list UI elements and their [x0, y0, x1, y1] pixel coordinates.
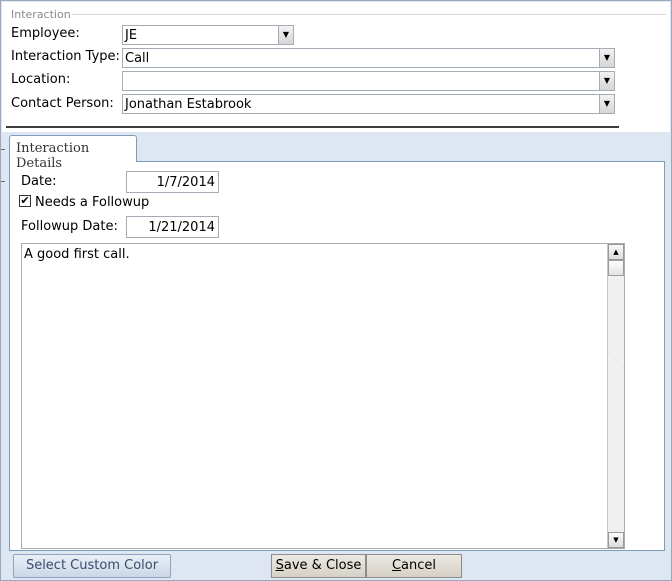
date-field[interactable]: 1/7/2014 [126, 171, 219, 193]
header-separator [6, 126, 619, 128]
cancel-button[interactable]: Cancel [366, 554, 462, 578]
tab-interaction-details[interactable]: Interaction Details [9, 135, 137, 171]
interaction-type-value: Call [125, 51, 150, 66]
employee-label: Employee: [11, 26, 80, 41]
header-section: Interaction Employee: JE ▼ Interaction T… [2, 2, 670, 132]
interaction-type-label: Interaction Type: [11, 49, 120, 64]
save-close-accelerator: S [275, 558, 284, 573]
employee-value: JE [125, 28, 138, 43]
followup-date-field[interactable]: 1/21/2014 [126, 216, 219, 238]
employee-combo[interactable]: JE ▼ [122, 25, 294, 45]
scroll-up-arrow-icon[interactable]: ▲ [608, 244, 624, 260]
caption-divider [72, 14, 666, 15]
select-custom-color-button[interactable]: Select Custom Color [13, 554, 171, 578]
followup-date-label: Followup Date: [21, 219, 118, 234]
location-combo[interactable]: ▼ [122, 71, 615, 91]
form-caption: Interaction [11, 8, 71, 21]
needs-followup-checkbox[interactable]: ✔ [19, 195, 31, 207]
scroll-thumb[interactable] [608, 260, 624, 276]
contact-person-combo[interactable]: Jonathan Estabrook ▼ [122, 94, 615, 114]
notes-textarea[interactable]: A good first call. ▲ ▼ [21, 243, 625, 549]
needs-followup-label: Needs a Followup [35, 195, 150, 210]
contact-person-dropdown-arrow-icon[interactable]: ▼ [599, 95, 614, 113]
left-edge-tick [1, 149, 5, 150]
save-close-button[interactable]: Save & Close [271, 554, 366, 578]
scroll-down-arrow-icon[interactable]: ▼ [608, 532, 624, 548]
interaction-type-combo[interactable]: Call ▼ [122, 48, 615, 68]
interaction-form-window: Interaction Employee: JE ▼ Interaction T… [0, 0, 672, 581]
contact-person-label: Contact Person: [11, 96, 114, 111]
save-close-label: ave & Close [283, 558, 362, 573]
cancel-accelerator: C [391, 558, 402, 573]
employee-dropdown-arrow-icon[interactable]: ▼ [278, 26, 293, 44]
cancel-label: ancel [401, 558, 437, 573]
interaction-type-dropdown-arrow-icon[interactable]: ▼ [599, 49, 614, 67]
left-edge-tick [1, 181, 5, 182]
notes-scrollbar[interactable]: ▲ ▼ [607, 244, 624, 548]
notes-text: A good first call. [24, 247, 130, 262]
location-dropdown-arrow-icon[interactable]: ▼ [599, 72, 614, 90]
contact-person-value: Jonathan Estabrook [125, 97, 252, 112]
location-label: Location: [11, 72, 71, 87]
date-label: Date: [21, 174, 57, 189]
interaction-details-panel: Date: 1/7/2014 ✔ Needs a Followup Follow… [9, 161, 665, 551]
